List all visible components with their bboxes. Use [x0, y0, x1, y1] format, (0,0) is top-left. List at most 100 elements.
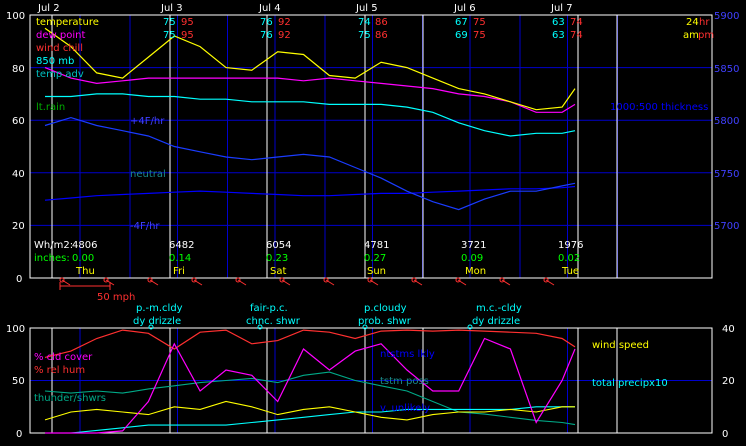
wind-barb	[457, 279, 467, 286]
readout-t2: 95	[181, 17, 194, 28]
legend-wind-chill: wind chill	[36, 43, 83, 54]
readout-d1: 75	[163, 30, 176, 41]
wh-value: 6054	[266, 240, 291, 251]
bottom-panel: 100 50 0 40 20 0 p.-m.cldy dy drizzle fa…	[6, 303, 735, 440]
y-tick-100: 100	[6, 324, 25, 335]
y2-tick-5750: 5750	[714, 169, 739, 180]
readout-t2: 92	[278, 17, 291, 28]
wind-barb	[237, 279, 247, 286]
inches-value: 0.23	[266, 253, 288, 264]
top-day-lines	[51, 15, 618, 278]
wind-barb	[149, 279, 159, 286]
inches-value: 0.27	[364, 253, 386, 264]
y2-tick-0: 0	[722, 429, 728, 440]
weekday-label: Mon	[465, 266, 486, 277]
readout-d2: 74	[570, 30, 583, 41]
sky-label: fair-p.c.	[250, 303, 288, 314]
weekday-label: Sun	[367, 266, 386, 277]
label-tstm2: tstm poss	[380, 376, 429, 387]
mb850-line	[45, 93, 576, 137]
readout-d1: 76	[260, 30, 273, 41]
legend-precip: total precipx10	[592, 378, 668, 389]
y-tick-100: 100	[6, 11, 25, 22]
readout-d2: 75	[473, 30, 486, 41]
y-tick-80: 80	[12, 64, 25, 75]
legend-temp-adv: temp adv	[36, 69, 84, 80]
sky-label: m.c.-cldy	[476, 303, 522, 314]
inches-value: 0.09	[461, 253, 483, 264]
meteogram: 100 80 60 40 20 0 5900 5850 5800 5750 57…	[6, 3, 739, 440]
inches-value: 0.14	[169, 253, 191, 264]
sky-label: dy drizzle	[133, 316, 181, 327]
y-tick-0: 0	[16, 274, 22, 285]
wind-barb	[61, 279, 71, 286]
label-tstm1: ntstms lkly	[380, 349, 435, 360]
sky-label: chnc. shwr	[246, 316, 301, 327]
wh-value: 6482	[169, 240, 194, 251]
y-tick-0: 0	[16, 429, 22, 440]
label-hr: hr	[699, 17, 710, 28]
readout-t2: 75	[473, 17, 486, 28]
label-pm: pm	[698, 30, 714, 41]
label-plus4: +4F/hr	[130, 116, 165, 127]
top-plot-frame	[29, 14, 713, 279]
readout-d2: 95	[181, 30, 194, 41]
y2-tick-40: 40	[722, 324, 735, 335]
wh-value: 4781	[364, 240, 389, 251]
wh-value: 1976	[558, 240, 583, 251]
legend-thunder: thunder/shwrs	[34, 393, 106, 404]
y2-tick-5800: 5800	[714, 116, 739, 127]
sky-label: p.cloudy	[364, 303, 407, 314]
inches-value: 0.00	[72, 253, 94, 264]
top-grid	[30, 15, 712, 278]
y-tick-20: 20	[12, 221, 25, 232]
y2-tick-20: 20	[722, 376, 735, 387]
y2-tick-5850: 5850	[714, 64, 739, 75]
legend-cld-cover: % cld cover	[34, 352, 93, 363]
readout-t1: 75	[163, 17, 176, 28]
label-lt-rain: lt.rain	[36, 102, 65, 113]
wind-strip: 50 mph	[59, 277, 555, 303]
readout-d1: 75	[358, 30, 371, 41]
legend-dew-point: dew point	[36, 30, 85, 41]
dew-point-line	[44, 67, 576, 113]
y2-tick-5900: 5900	[714, 11, 739, 22]
wind-barbs	[59, 277, 555, 286]
sky-label: dy drizzle	[472, 316, 520, 327]
date-label-4: Jul 5	[355, 3, 378, 14]
weekday-label: Sat	[270, 266, 286, 277]
date-label-2: Jul 3	[160, 3, 183, 14]
wh-label: Wh/m2:	[34, 240, 73, 251]
label-am: am	[683, 30, 699, 41]
readout-t1: 74	[358, 17, 371, 28]
date-label-6: Jul 7	[550, 3, 573, 14]
temperature-line	[44, 27, 576, 111]
wind-scale-label: 50 mph	[97, 292, 135, 303]
rel-hum-line	[44, 329, 576, 358]
top-panel: 100 80 60 40 20 0 5900 5850 5800 5750 57…	[6, 3, 739, 285]
wh-value: 3721	[461, 240, 486, 251]
wind-barb	[413, 279, 423, 286]
inches-label: inches:	[34, 253, 70, 264]
weekday-label: Thu	[75, 266, 95, 277]
label-thickness: 1000:500 thickness	[610, 102, 708, 113]
label-tstm3: v. unlikely	[380, 403, 430, 414]
wind-barb	[545, 279, 555, 286]
readout-t1: 63	[552, 17, 565, 28]
readout-t2: 86	[375, 17, 388, 28]
wind-barb	[193, 279, 203, 286]
readout-t2: 74	[570, 17, 583, 28]
label-24: 24	[686, 17, 699, 28]
readout-t1: 67	[455, 17, 468, 28]
date-label-3: Jul 4	[258, 3, 281, 14]
readout-d2: 86	[375, 30, 388, 41]
y-tick-50: 50	[12, 376, 25, 387]
readout-d1: 69	[455, 30, 468, 41]
cloud-cover-line	[45, 337, 576, 434]
inches-value: 0.02	[558, 253, 580, 264]
thickness-line	[44, 185, 576, 201]
readout-d2: 92	[278, 30, 291, 41]
legend-wind-speed: wind speed	[592, 340, 649, 351]
legend-850mb: 850 mb	[36, 56, 74, 67]
legend-rel-hum: % rel hum	[34, 365, 85, 376]
